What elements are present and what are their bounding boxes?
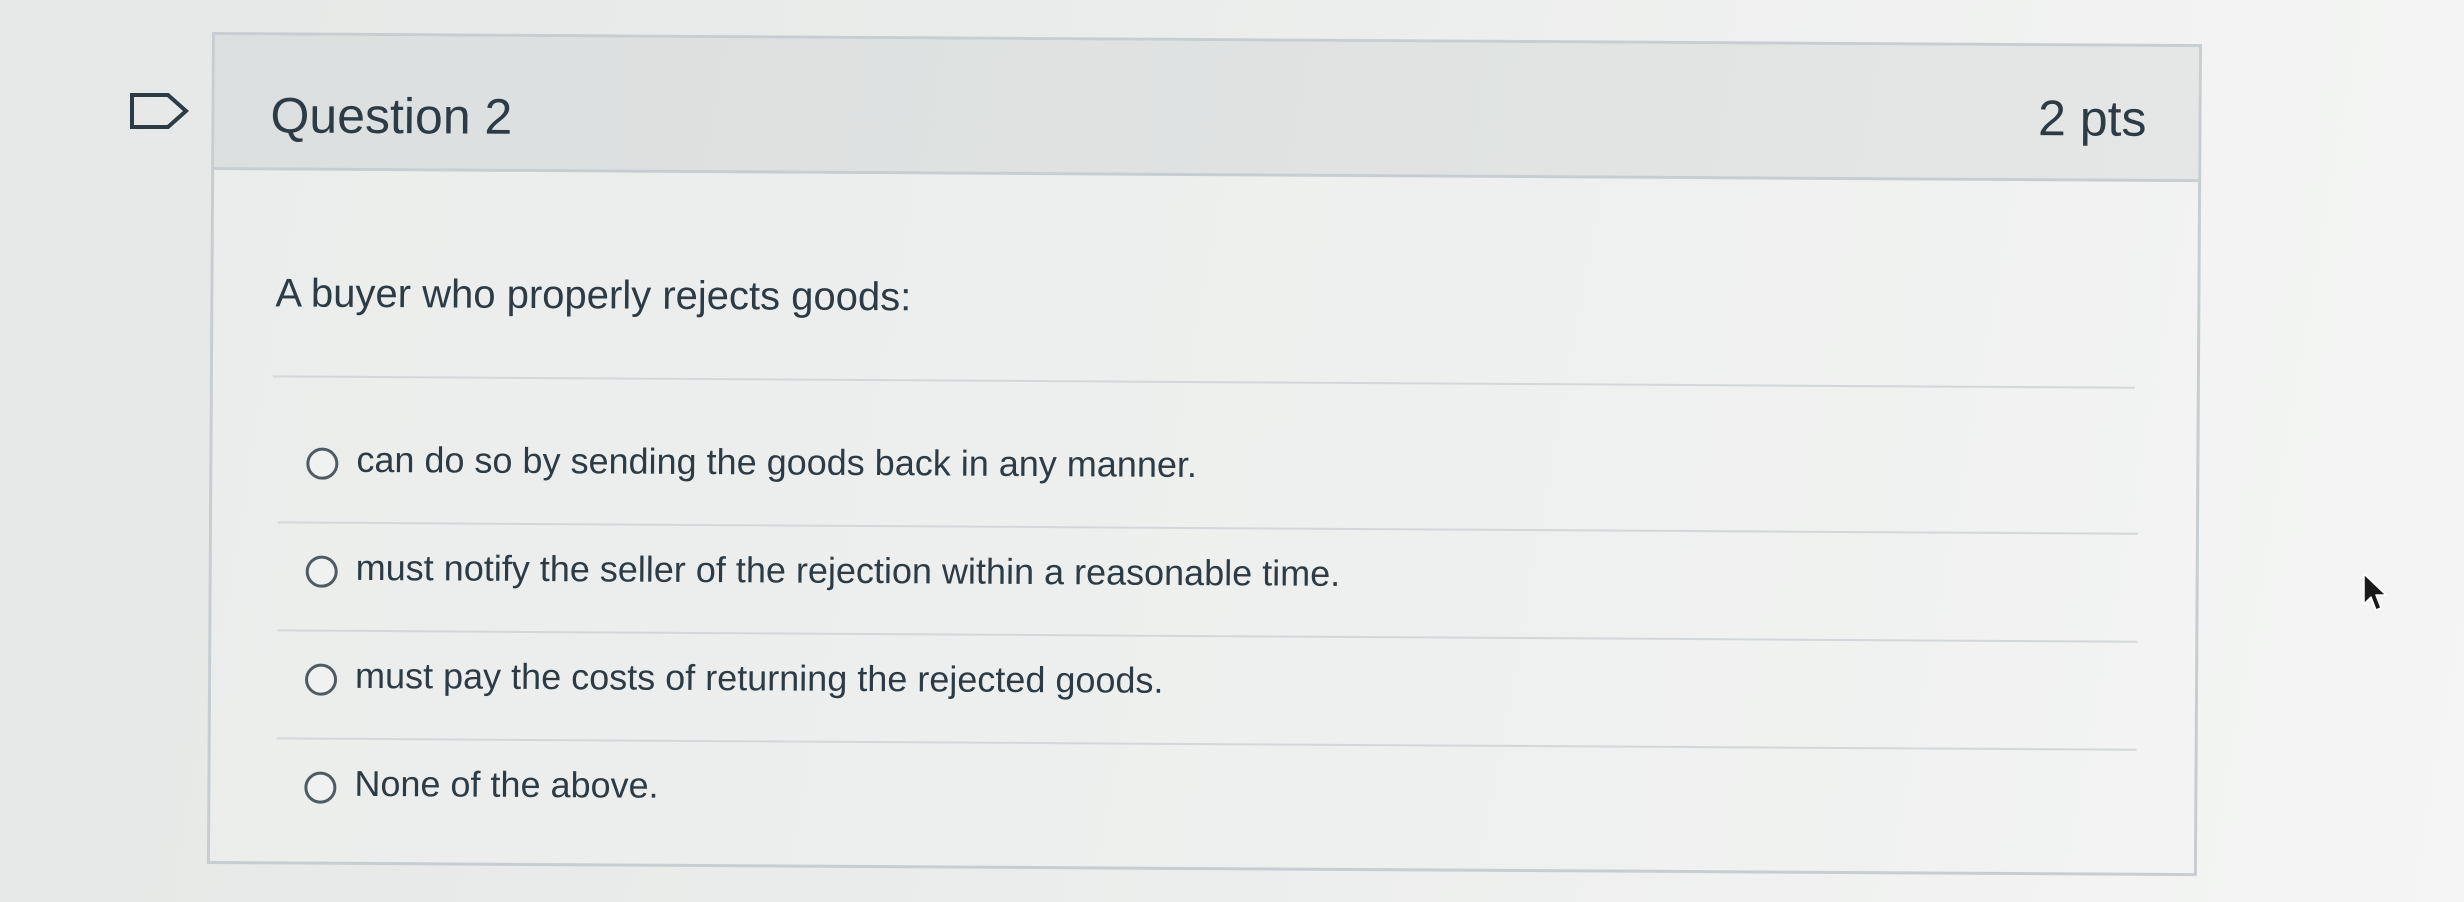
answer-option[interactable]: None of the above.: [276, 739, 2137, 858]
radio-button[interactable]: [304, 771, 337, 804]
answer-list: can do so by sending the goods back in a…: [276, 415, 2139, 858]
answer-label[interactable]: must notify the seller of the rejection …: [356, 546, 1341, 596]
mouse-cursor-icon: [2363, 573, 2387, 611]
answer-label[interactable]: can do so by sending the goods back in a…: [356, 438, 1197, 487]
question-title: Question 2: [270, 87, 513, 145]
answer-label[interactable]: must pay the costs of returning the reje…: [355, 654, 1164, 703]
flag-question-icon[interactable]: [128, 91, 190, 131]
answer-option[interactable]: must notify the seller of the rejection …: [277, 523, 2138, 643]
radio-button[interactable]: [306, 447, 339, 480]
question-card: Question 2 2 pts A buyer who properly re…: [206, 32, 2202, 877]
answer-label[interactable]: None of the above.: [354, 762, 658, 808]
question-header: Question 2 2 pts: [214, 35, 2199, 183]
question-divider: [272, 375, 2135, 389]
question-text: A buyer who properly rejects goods:: [275, 271, 912, 320]
radio-button[interactable]: [304, 663, 338, 696]
radio-button[interactable]: [305, 555, 338, 588]
answer-option[interactable]: can do so by sending the goods back in a…: [277, 415, 2139, 535]
answer-option[interactable]: must pay the costs of returning the reje…: [276, 631, 2138, 751]
question-points: 2 pts: [2037, 90, 2147, 147]
